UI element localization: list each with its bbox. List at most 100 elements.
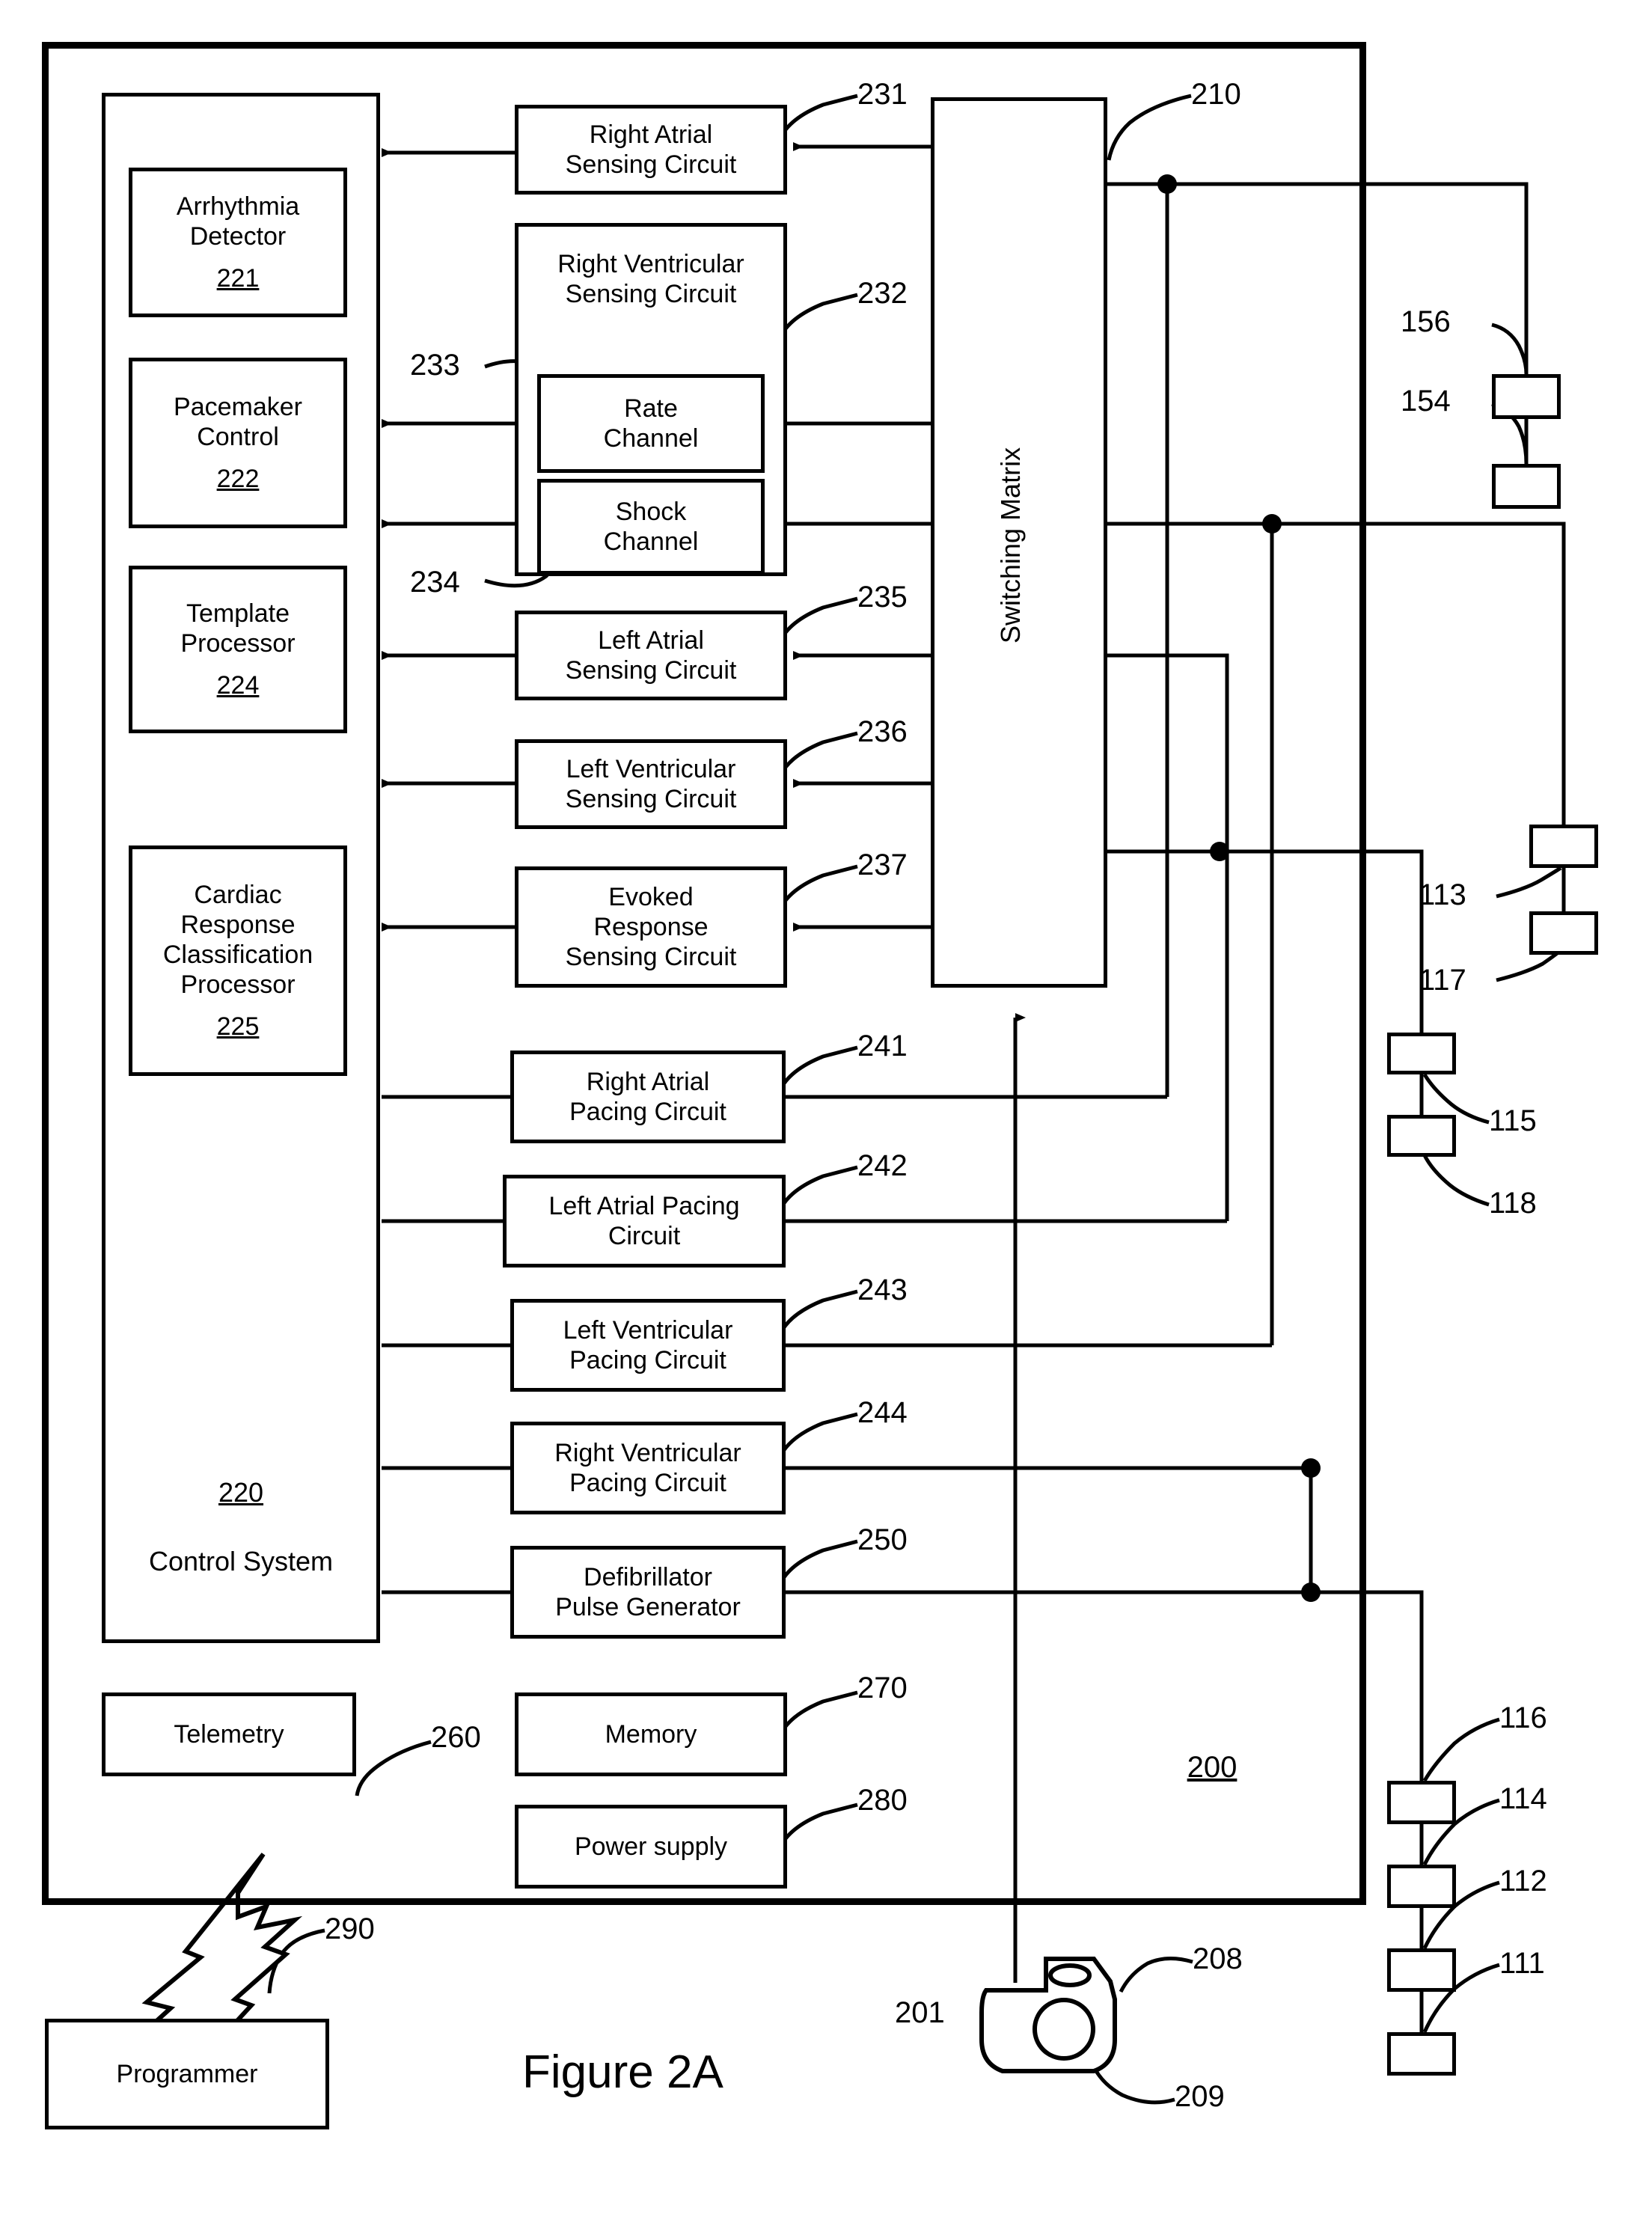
defibrillator-pulse-generator[interactable]: Defibrillator Pulse Generator bbox=[510, 1546, 786, 1639]
er-sense-line3: Sensing Circuit bbox=[565, 943, 737, 972]
power-supply-label: Power supply bbox=[574, 1832, 728, 1861]
ref-237: 237 bbox=[857, 848, 908, 881]
arrhythmia-detector-block[interactable]: Arrhythmia Detector 221 bbox=[129, 168, 347, 317]
la-sense-line1: Left Atrial bbox=[598, 626, 704, 655]
ref-235: 235 bbox=[857, 581, 908, 614]
right-atrial-sensing-circuit[interactable]: Right Atrial Sensing Circuit bbox=[515, 105, 787, 195]
template-processor-label-line1: Template bbox=[186, 599, 290, 628]
pacemaker-control-label-line1: Pacemaker bbox=[174, 392, 302, 421]
defib-line1: Defibrillator bbox=[584, 1562, 712, 1591]
rv-pace-line1: Right Ventricular bbox=[554, 1438, 741, 1467]
defib-line2: Pulse Generator bbox=[555, 1593, 741, 1621]
ref-114: 114 bbox=[1499, 1782, 1547, 1815]
la-sense-line2: Sensing Circuit bbox=[565, 656, 737, 685]
cardiac-response-classification-processor-block[interactable]: Cardiac Response Classification Processo… bbox=[129, 845, 347, 1076]
ref-208: 208 bbox=[1193, 1942, 1243, 1975]
pacemaker-control-ref: 222 bbox=[216, 465, 260, 494]
ref-270: 270 bbox=[857, 1672, 908, 1704]
pacemaker-control-label-line2: Control bbox=[197, 422, 279, 451]
left-ventricular-sensing-circuit[interactable]: Left Ventricular Sensing Circuit bbox=[515, 739, 787, 829]
arrhythmia-detector-label-line1: Arrhythmia bbox=[176, 192, 300, 221]
figure-caption: Figure 2A bbox=[522, 2046, 723, 2098]
programmer-label: Programmer bbox=[116, 2059, 258, 2088]
ref-116: 116 bbox=[1499, 1701, 1547, 1734]
electrode-117 bbox=[1529, 911, 1598, 955]
shock-channel-block[interactable]: Shock Channel bbox=[537, 479, 765, 575]
ref-260: 260 bbox=[431, 1721, 481, 1754]
lv-sense-line1: Left Ventricular bbox=[566, 754, 736, 783]
electrode-114 bbox=[1387, 1865, 1456, 1908]
electrode-111 bbox=[1387, 2032, 1456, 2076]
crc-processor-label-line4: Processor bbox=[180, 970, 296, 1000]
ref-118: 118 bbox=[1489, 1187, 1537, 1220]
rate-channel-block[interactable]: Rate Channel bbox=[537, 374, 765, 473]
memory-block[interactable]: Memory bbox=[515, 1692, 787, 1776]
control-system-label: Control System bbox=[148, 1546, 334, 1577]
switching-matrix-label: Switching Matrix bbox=[995, 447, 1026, 643]
ref-236: 236 bbox=[857, 715, 908, 748]
ref-242: 242 bbox=[857, 1149, 908, 1182]
left-atrial-pacing-circuit[interactable]: Left Atrial Pacing Circuit bbox=[503, 1175, 786, 1267]
ref-117: 117 bbox=[1419, 964, 1466, 997]
ref-232: 232 bbox=[857, 277, 908, 310]
rv-pace-line2: Pacing Circuit bbox=[569, 1469, 726, 1497]
rate-channel-line2: Channel bbox=[603, 424, 699, 453]
left-ventricular-pacing-circuit[interactable]: Left Ventricular Pacing Circuit bbox=[510, 1299, 786, 1392]
rate-channel-line1: Rate bbox=[624, 394, 678, 423]
shock-channel-line1: Shock bbox=[615, 497, 687, 526]
crc-processor-label-line2: Response bbox=[180, 910, 296, 939]
arrhythmia-detector-ref: 221 bbox=[216, 264, 260, 293]
electrode-113 bbox=[1529, 825, 1598, 868]
left-atrial-sensing-circuit[interactable]: Left Atrial Sensing Circuit bbox=[515, 611, 787, 700]
ref-112: 112 bbox=[1499, 1865, 1547, 1898]
ref-244: 244 bbox=[857, 1396, 908, 1429]
shock-channel-line2: Channel bbox=[603, 527, 699, 556]
power-supply-block[interactable]: Power supply bbox=[515, 1805, 787, 1889]
lv-sense-line2: Sensing Circuit bbox=[565, 785, 737, 813]
la-pace-line1: Left Atrial Pacing bbox=[548, 1191, 740, 1220]
electrode-112 bbox=[1387, 1948, 1456, 1992]
ref-231: 231 bbox=[857, 78, 908, 111]
lv-pace-line1: Left Ventricular bbox=[563, 1315, 733, 1345]
ref-201: 201 bbox=[895, 1996, 945, 2029]
template-processor-label-line2: Processor bbox=[180, 629, 296, 658]
ref-243: 243 bbox=[857, 1273, 908, 1306]
ra-pace-line2: Pacing Circuit bbox=[569, 1098, 726, 1126]
ref-111: 111 bbox=[1499, 1947, 1545, 1980]
telemetry-block[interactable]: Telemetry bbox=[102, 1692, 356, 1776]
ref-234: 234 bbox=[410, 566, 460, 599]
ref-154: 154 bbox=[1401, 385, 1451, 418]
programmer-block[interactable]: Programmer bbox=[45, 2019, 329, 2129]
evoked-response-sensing-circuit[interactable]: Evoked Response Sensing Circuit bbox=[515, 866, 787, 988]
right-atrial-pacing-circuit[interactable]: Right Atrial Pacing Circuit bbox=[510, 1051, 786, 1143]
rv-sense-line1: Right Ventricular bbox=[557, 250, 744, 278]
crc-processor-ref: 225 bbox=[216, 1012, 260, 1042]
ra-sense-line1: Right Atrial bbox=[589, 120, 713, 149]
template-processor-ref: 224 bbox=[216, 671, 260, 700]
arrhythmia-detector-label-line2: Detector bbox=[189, 221, 287, 251]
ra-pace-line1: Right Atrial bbox=[586, 1067, 710, 1096]
crc-processor-label-line3: Classification bbox=[162, 940, 313, 969]
ra-sense-line2: Sensing Circuit bbox=[565, 150, 737, 179]
ref-250: 250 bbox=[857, 1523, 908, 1556]
memory-label: Memory bbox=[605, 1719, 697, 1749]
ref-233: 233 bbox=[410, 349, 460, 382]
right-ventricular-pacing-circuit[interactable]: Right Ventricular Pacing Circuit bbox=[510, 1422, 786, 1514]
ref-241: 241 bbox=[857, 1030, 908, 1062]
electrode-156 bbox=[1492, 374, 1561, 419]
er-sense-line2: Response bbox=[593, 912, 709, 941]
electrode-116 bbox=[1387, 1781, 1456, 1824]
electrode-154 bbox=[1492, 464, 1561, 509]
template-processor-block[interactable]: Template Processor 224 bbox=[129, 566, 347, 733]
control-system-ref: 220 bbox=[218, 1477, 264, 1508]
device-ref-200: 200 bbox=[1187, 1751, 1238, 1784]
electrode-118 bbox=[1387, 1115, 1456, 1157]
ref-209: 209 bbox=[1175, 2080, 1225, 2113]
crc-processor-label-line1: Cardiac bbox=[194, 880, 282, 909]
lv-pace-line2: Pacing Circuit bbox=[569, 1346, 726, 1374]
telemetry-label: Telemetry bbox=[174, 1719, 284, 1749]
pacemaker-control-block[interactable]: Pacemaker Control 222 bbox=[129, 358, 347, 528]
er-sense-line1: Evoked bbox=[608, 882, 694, 911]
ref-210: 210 bbox=[1191, 78, 1241, 111]
ref-115: 115 bbox=[1489, 1104, 1537, 1137]
